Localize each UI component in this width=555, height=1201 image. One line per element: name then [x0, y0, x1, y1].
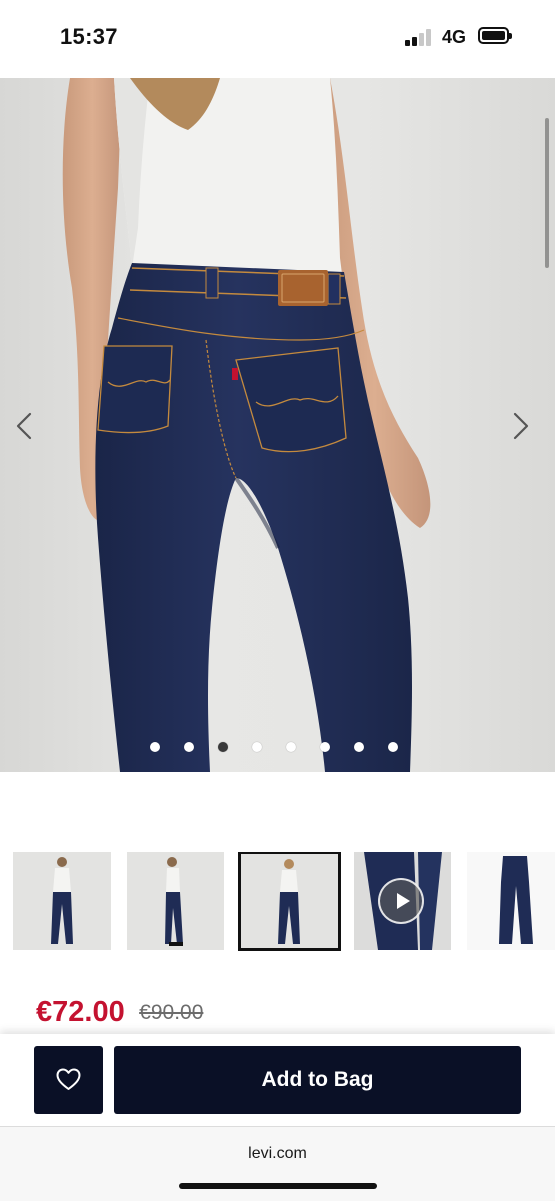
product-photo-back-view — [62, 78, 431, 772]
thumbnail-side-view[interactable] — [127, 852, 224, 950]
wishlist-button[interactable] — [34, 1046, 103, 1114]
signal-strength-icon — [405, 29, 433, 46]
heart-icon — [56, 1068, 81, 1090]
thumbnail-strip — [0, 852, 555, 952]
gallery-dot[interactable] — [252, 742, 262, 752]
thumbnail-back-view[interactable] — [238, 852, 341, 951]
thumbnail-flat-image — [467, 852, 555, 950]
thumbnail-flat-lay[interactable] — [467, 852, 555, 950]
gallery-dot[interactable] — [320, 742, 330, 752]
status-bar: 15:37 4G — [0, 0, 555, 78]
play-video-icon[interactable] — [378, 878, 424, 924]
scroll-indicator — [545, 118, 549, 268]
thumbnail-front-view[interactable] — [13, 852, 111, 950]
gallery-dot[interactable] — [150, 742, 160, 752]
gallery-dot[interactable] — [286, 742, 296, 752]
original-price: €90.00 — [139, 1000, 204, 1024]
thumbnail-detail-video[interactable] — [354, 852, 451, 950]
network-type: 4G — [442, 27, 467, 47]
price-row: €72.00 €90.00 — [36, 996, 203, 1032]
purchase-action-bar: Add to Bag — [0, 1034, 555, 1126]
thumbnail-front-image — [13, 852, 111, 950]
chevron-right-icon — [513, 412, 529, 440]
gallery-dot[interactable] — [184, 742, 194, 752]
chevron-left-icon — [16, 412, 32, 440]
gallery-dot[interactable] — [388, 742, 398, 752]
battery-icon — [478, 27, 512, 44]
home-indicator — [179, 1183, 377, 1189]
previous-image-button[interactable] — [10, 408, 40, 444]
thumbnail-back-image — [241, 854, 338, 948]
gallery-dot[interactable] — [354, 742, 364, 752]
browser-url-bar[interactable]: levi.com — [0, 1126, 555, 1201]
status-time: 15:37 — [60, 24, 118, 49]
thumbnail-side-image — [127, 852, 224, 950]
product-image-gallery[interactable] — [0, 78, 555, 772]
gallery-dot-active[interactable] — [218, 742, 228, 752]
sale-price: €72.00 — [36, 996, 125, 1028]
gallery-pagination — [150, 742, 410, 754]
add-to-bag-button[interactable]: Add to Bag — [114, 1046, 521, 1114]
next-image-button[interactable] — [505, 408, 535, 444]
url-text[interactable]: levi.com — [0, 1145, 555, 1163]
